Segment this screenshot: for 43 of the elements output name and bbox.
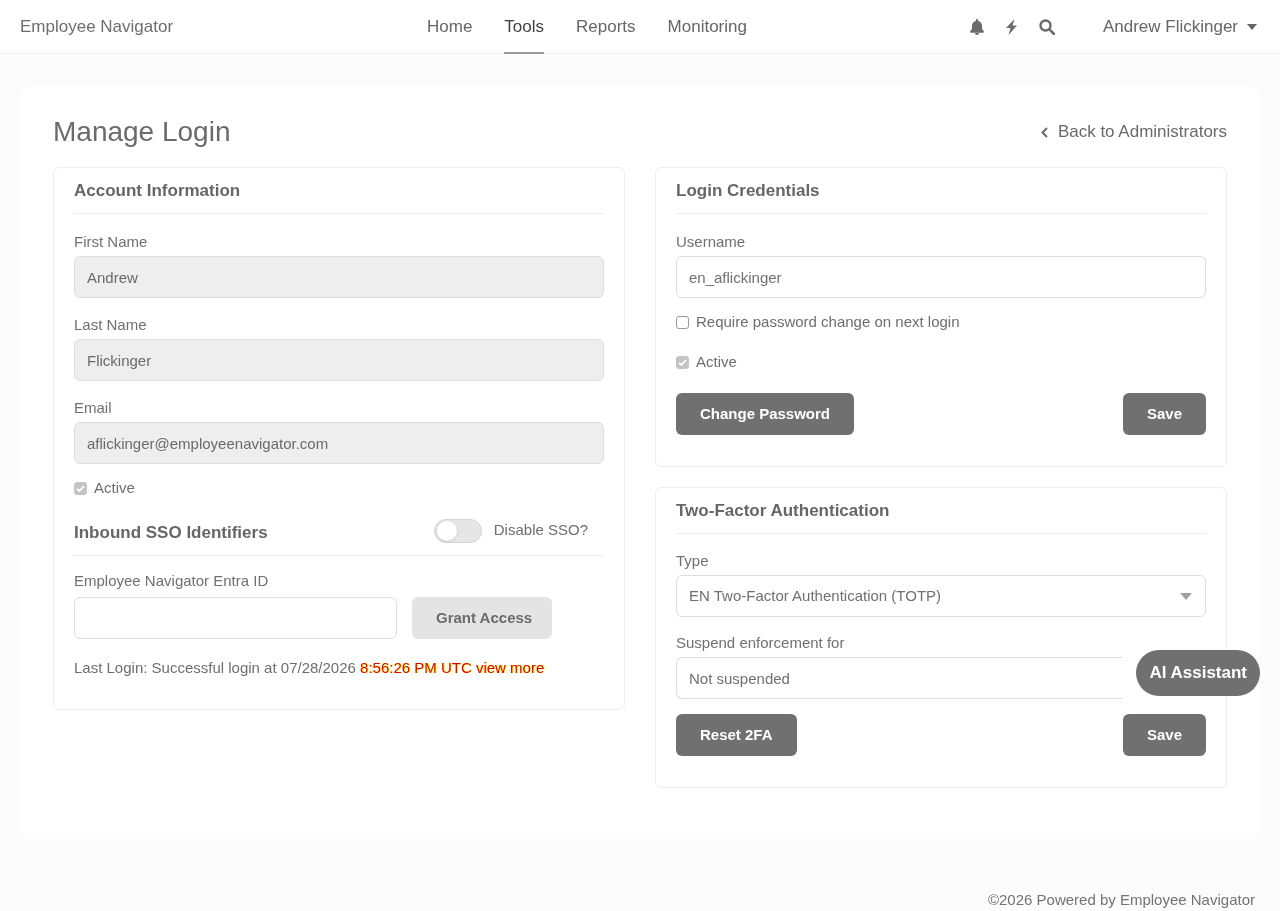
input-field[interactable]: Not suspended	[676, 657, 1122, 699]
field-label: Username	[676, 232, 746, 252]
toggle-switch[interactable]	[433, 518, 482, 543]
checkbox-label: Active	[94, 478, 135, 498]
section-heading: Inbound SSO Identifiers	[74, 521, 268, 544]
section-heading: Account Information	[74, 179, 241, 202]
button[interactable]: Reset 2FA	[676, 714, 797, 756]
nav-tab[interactable]: Home	[427, 0, 473, 54]
button[interactable]: Save	[1122, 393, 1206, 435]
user-menu[interactable]: Andrew Flickinger	[1102, 13, 1257, 40]
checkbox-label: Require password change on next login	[696, 312, 960, 332]
section-heading: Two-Factor Authentication	[676, 499, 890, 522]
last-login-text: Last Login: Successful login at 07/28/2026 8:56:26 PM UTC view more	[74, 658, 546, 678]
field-label: Email	[74, 398, 112, 418]
section-heading: Login Credentials	[676, 179, 820, 202]
input-field[interactable]: en_aflickinger	[676, 256, 1206, 298]
field-label: Type	[676, 551, 709, 571]
toggle-label: Disable SSO?	[493, 520, 588, 541]
lightning-bolt-icon[interactable]	[1005, 18, 1017, 35]
chevron-left-icon	[1040, 126, 1048, 138]
field-label: Employee Navigator Entra ID	[74, 571, 270, 591]
field-label: Suspend enforcement for	[676, 633, 845, 653]
back-link[interactable]: Back to Administrators	[1040, 119, 1227, 145]
checkbox[interactable]	[676, 315, 689, 329]
nav-tab[interactable]: Monitoring	[667, 0, 747, 54]
button[interactable]: Change Password	[676, 393, 855, 435]
checkbox-label: Active	[696, 352, 737, 372]
bell-icon[interactable]	[969, 18, 984, 35]
search-icon[interactable]	[1038, 18, 1055, 35]
input-field[interactable]	[74, 597, 397, 639]
button[interactable]: Save	[1122, 714, 1206, 756]
caret-icon	[1180, 592, 1192, 600]
footer-text: ©2026 Powered by Employee Navigator	[987, 890, 1255, 910]
field-label: Last Name	[74, 315, 147, 335]
view-more-link[interactable]: view more	[475, 659, 545, 676]
caret-icon	[1247, 23, 1257, 30]
nav-tab[interactable]: Reports	[576, 0, 636, 54]
select-field[interactable]: EN Two-Factor Authentication (TOTP)	[676, 575, 1206, 617]
ai-assistant-button[interactable]: AI Assistant	[1136, 650, 1260, 696]
page-title: Manage Login	[53, 115, 231, 149]
field-label: First Name	[74, 232, 148, 252]
brand-name[interactable]: Employee Navigator	[20, 13, 427, 40]
nav-tab[interactable]: Tools	[504, 0, 545, 54]
